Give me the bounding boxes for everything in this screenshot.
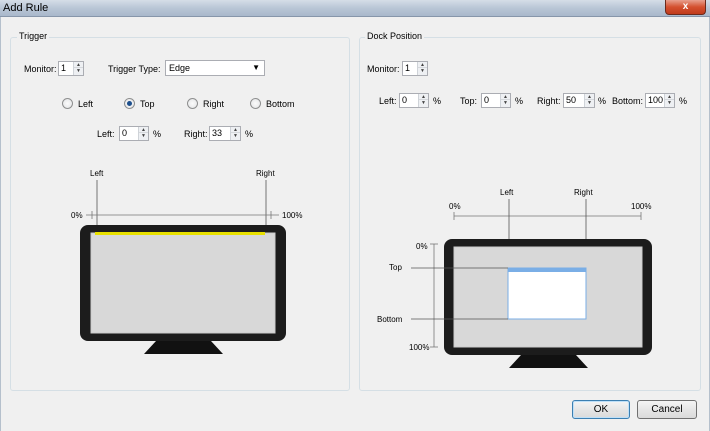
radio-edge-top[interactable] (124, 98, 135, 109)
trigger-monitor-label: Monitor: (24, 64, 57, 74)
trigger-group-title: Trigger (17, 31, 50, 41)
spinner-down-icon[interactable]: ▼ (585, 100, 594, 106)
dock-bottom-spinner[interactable]: 100 ▲ ▼ (645, 93, 675, 108)
dock-top-value: 0 (484, 95, 490, 105)
dock-right-spinner[interactable]: 50 ▲ ▼ (563, 93, 595, 108)
spinner-down-icon[interactable]: ▼ (419, 100, 428, 106)
radio-edge-top-label: Top (140, 99, 155, 109)
ok-button[interactable]: OK (572, 400, 630, 419)
dock-monitor-label: Monitor: (367, 64, 400, 74)
radio-edge-left-label: Left (78, 99, 94, 109)
trigger-right-value: 33 (212, 128, 223, 138)
dock-top-percent: % (515, 96, 524, 106)
title-bar: Add Rule x (0, 0, 710, 17)
trigger-monitor-screen (90, 232, 276, 334)
spinner-down-icon[interactable]: ▼ (501, 100, 510, 106)
dock-monitor-spinner[interactable]: 1 ▲ ▼ (402, 61, 428, 76)
dock-diagram-right-label: Right (574, 188, 593, 197)
spinner-down-icon[interactable]: ▼ (231, 133, 240, 139)
dialog-client-area: Trigger Monitor: 1 ▲ ▼ Trigger Type: Edg… (0, 17, 710, 431)
dock-window-preview (507, 267, 587, 320)
trigger-left-percent: % (153, 129, 162, 139)
dock-monitor-stand (509, 355, 588, 368)
trigger-monitor-diagram: Left Right 0% 100% (71, 169, 302, 354)
dock-monitor-diagram: Left Right 0% 100% 0% 100% Top Bottom (377, 188, 652, 368)
radio-edge-right[interactable] (187, 98, 198, 109)
dock-diagram-x-start: 0% (449, 202, 461, 211)
dock-right-value: 50 (566, 95, 577, 105)
dock-left-label: Left: (379, 96, 397, 106)
dock-diagram-y-start: 0% (416, 242, 428, 251)
dock-monitor-value: 1 (405, 63, 411, 73)
trigger-right-label: Right: (184, 129, 208, 139)
trigger-right-spinner[interactable]: 33 ▲ ▼ (209, 126, 241, 141)
trigger-diagram-left-label: Left (90, 169, 104, 178)
radio-edge-right-label: Right (203, 99, 225, 109)
dock-diagram-bottom-label: Bottom (377, 315, 403, 324)
dock-top-spinner[interactable]: 0 ▲ ▼ (481, 93, 511, 108)
trigger-edge-highlight (95, 232, 265, 235)
dropdown-arrow-icon: ▼ (252, 63, 260, 72)
trigger-right-percent: % (245, 129, 254, 139)
trigger-type-select[interactable]: Edge ▼ (165, 60, 265, 76)
dock-left-value: 0 (402, 95, 408, 105)
dock-top-label: Top: (460, 96, 478, 106)
dock-diagram-top-label: Top (389, 263, 402, 272)
dock-bottom-label: Bottom: (612, 96, 644, 106)
close-icon: x (682, 1, 689, 12)
trigger-monitor-value: 1 (61, 63, 67, 73)
close-button[interactable]: x (665, 0, 706, 15)
spinner-down-icon[interactable]: ▼ (418, 68, 427, 74)
radio-edge-bottom-label: Bottom (266, 99, 295, 109)
trigger-monitor-stand (144, 341, 223, 354)
trigger-diagram-end-label: 100% (282, 211, 302, 220)
trigger-left-value: 0 (122, 128, 128, 138)
trigger-type-label: Trigger Type: (108, 64, 161, 74)
spinner-down-icon[interactable]: ▼ (665, 100, 674, 106)
dock-bottom-percent: % (679, 96, 688, 106)
dock-left-spinner[interactable]: 0 ▲ ▼ (399, 93, 429, 108)
dock-right-percent: % (598, 96, 607, 106)
spinner-down-icon[interactable]: ▼ (139, 133, 148, 139)
cancel-button[interactable]: Cancel (637, 400, 697, 419)
dock-diagram-left-label: Left (500, 188, 514, 197)
trigger-diagram-start-label: 0% (71, 211, 83, 220)
dock-diagram-x-end: 100% (631, 202, 651, 211)
dock-bottom-value: 100 (648, 95, 664, 105)
dock-left-percent: % (433, 96, 442, 106)
trigger-type-value: Edge (169, 63, 191, 73)
trigger-diagram-right-label: Right (256, 169, 275, 178)
dock-group-title: Dock Position (365, 31, 425, 41)
dock-diagram-y-end: 100% (409, 343, 429, 352)
radio-edge-bottom[interactable] (250, 98, 261, 109)
trigger-left-spinner[interactable]: 0 ▲ ▼ (119, 126, 149, 141)
window-title: Add Rule (3, 2, 49, 14)
dock-right-label: Right: (537, 96, 561, 106)
trigger-monitor-spinner[interactable]: 1 ▲ ▼ (58, 61, 84, 76)
spinner-down-icon[interactable]: ▼ (74, 68, 83, 74)
dock-window-titlebar (508, 268, 586, 272)
trigger-left-label: Left: (97, 129, 115, 139)
radio-edge-left[interactable] (62, 98, 73, 109)
